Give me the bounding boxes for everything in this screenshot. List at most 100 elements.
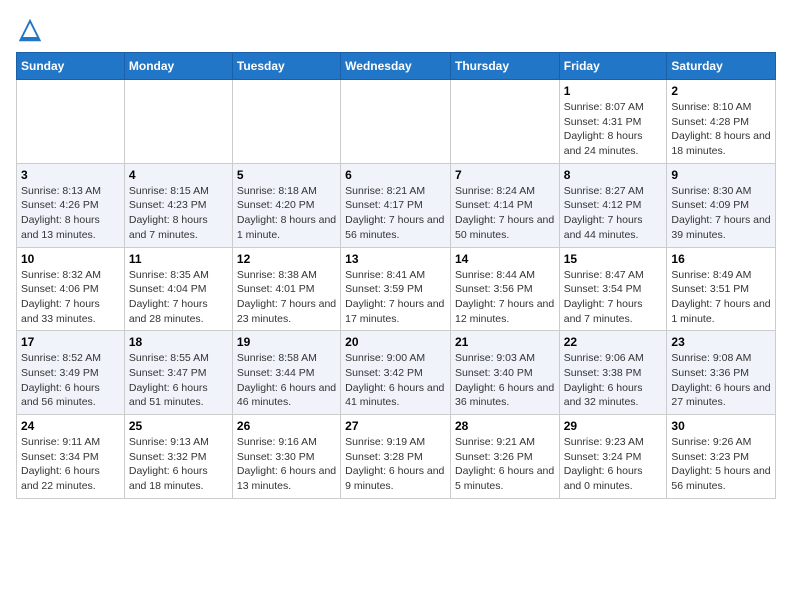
calendar-day-30: 30 Sunrise: 9:26 AM Sunset: 3:23 PM Dayli… bbox=[667, 415, 776, 499]
day-number: 12 bbox=[237, 252, 336, 266]
calendar-day-10: 10 Sunrise: 8:32 AM Sunset: 4:06 PM Dayli… bbox=[17, 247, 125, 331]
day-number: 22 bbox=[564, 335, 663, 349]
day-info: Sunrise: 8:15 AM Sunset: 4:23 PM Dayligh… bbox=[129, 184, 228, 243]
calendar-day-7: 7 Sunrise: 8:24 AM Sunset: 4:14 PM Daylig… bbox=[450, 163, 559, 247]
day-info: Sunrise: 9:26 AM Sunset: 3:23 PM Dayligh… bbox=[671, 435, 771, 494]
day-number: 17 bbox=[21, 335, 120, 349]
day-info: Sunrise: 8:47 AM Sunset: 3:54 PM Dayligh… bbox=[564, 268, 663, 327]
day-info: Sunrise: 9:08 AM Sunset: 3:36 PM Dayligh… bbox=[671, 351, 771, 410]
calendar-day-20: 20 Sunrise: 9:00 AM Sunset: 3:42 PM Dayli… bbox=[341, 331, 451, 415]
empty-day-cell bbox=[450, 80, 559, 164]
weekday-header-saturday: Saturday bbox=[667, 53, 776, 80]
day-number: 15 bbox=[564, 252, 663, 266]
day-number: 1 bbox=[564, 84, 663, 98]
weekday-header-friday: Friday bbox=[559, 53, 667, 80]
calendar-day-17: 17 Sunrise: 8:52 AM Sunset: 3:49 PM Dayli… bbox=[17, 331, 125, 415]
day-info: Sunrise: 8:55 AM Sunset: 3:47 PM Dayligh… bbox=[129, 351, 228, 410]
day-number: 13 bbox=[345, 252, 446, 266]
day-number: 21 bbox=[455, 335, 555, 349]
day-number: 30 bbox=[671, 419, 771, 433]
empty-day-cell bbox=[17, 80, 125, 164]
day-info: Sunrise: 9:19 AM Sunset: 3:28 PM Dayligh… bbox=[345, 435, 446, 494]
calendar-day-3: 3 Sunrise: 8:13 AM Sunset: 4:26 PM Daylig… bbox=[17, 163, 125, 247]
day-info: Sunrise: 8:49 AM Sunset: 3:51 PM Dayligh… bbox=[671, 268, 771, 327]
calendar-day-16: 16 Sunrise: 8:49 AM Sunset: 3:51 PM Dayli… bbox=[667, 247, 776, 331]
calendar-day-21: 21Sunrise: 9:03 AM Sunset: 3:40 PM Dayli… bbox=[450, 331, 559, 415]
day-info: Sunrise: 8:41 AM Sunset: 3:59 PM Dayligh… bbox=[345, 268, 446, 327]
logo bbox=[16, 16, 48, 44]
day-number: 29 bbox=[564, 419, 663, 433]
calendar-day-5: 5Sunrise: 8:18 AM Sunset: 4:20 PM Daylig… bbox=[232, 163, 340, 247]
weekday-header-wednesday: Wednesday bbox=[341, 53, 451, 80]
calendar-day-28: 28Sunrise: 9:21 AM Sunset: 3:26 PM Dayli… bbox=[450, 415, 559, 499]
calendar-day-11: 11 Sunrise: 8:35 AM Sunset: 4:04 PM Dayli… bbox=[124, 247, 232, 331]
page-header bbox=[16, 16, 776, 44]
calendar-day-26: 26 Sunrise: 9:16 AM Sunset: 3:30 PM Dayli… bbox=[232, 415, 340, 499]
day-number: 2 bbox=[671, 84, 771, 98]
day-number: 20 bbox=[345, 335, 446, 349]
day-number: 25 bbox=[129, 419, 228, 433]
weekday-header-tuesday: Tuesday bbox=[232, 53, 340, 80]
day-info: Sunrise: 8:10 AM Sunset: 4:28 PM Dayligh… bbox=[671, 100, 771, 159]
day-info: Sunrise: 8:24 AM Sunset: 4:14 PM Dayligh… bbox=[455, 184, 555, 243]
day-info: Sunrise: 8:13 AM Sunset: 4:26 PM Dayligh… bbox=[21, 184, 120, 243]
empty-day-cell bbox=[232, 80, 340, 164]
day-info: Sunrise: 9:16 AM Sunset: 3:30 PM Dayligh… bbox=[237, 435, 336, 494]
day-info: Sunrise: 9:11 AM Sunset: 3:34 PM Dayligh… bbox=[21, 435, 120, 494]
calendar-day-24: 24 Sunrise: 9:11 AM Sunset: 3:34 PM Dayli… bbox=[17, 415, 125, 499]
day-number: 7 bbox=[455, 168, 555, 182]
day-info: Sunrise: 8:07 AM Sunset: 4:31 PM Dayligh… bbox=[564, 100, 663, 159]
calendar-week-row: 3 Sunrise: 8:13 AM Sunset: 4:26 PM Daylig… bbox=[17, 163, 776, 247]
calendar-day-22: 22 Sunrise: 9:06 AM Sunset: 3:38 PM Dayli… bbox=[559, 331, 667, 415]
logo-icon bbox=[16, 16, 44, 44]
day-info: Sunrise: 8:21 AM Sunset: 4:17 PM Dayligh… bbox=[345, 184, 446, 243]
calendar-day-4: 4Sunrise: 8:15 AM Sunset: 4:23 PM Daylig… bbox=[124, 163, 232, 247]
weekday-header-row: SundayMondayTuesdayWednesdayThursdayFrid… bbox=[17, 53, 776, 80]
calendar-week-row: 10 Sunrise: 8:32 AM Sunset: 4:06 PM Dayli… bbox=[17, 247, 776, 331]
empty-day-cell bbox=[341, 80, 451, 164]
calendar-day-1: 1 Sunrise: 8:07 AM Sunset: 4:31 PM Daylig… bbox=[559, 80, 667, 164]
weekday-header-monday: Monday bbox=[124, 53, 232, 80]
weekday-header-thursday: Thursday bbox=[450, 53, 559, 80]
weekday-header-sunday: Sunday bbox=[17, 53, 125, 80]
calendar-day-19: 19 Sunrise: 8:58 AM Sunset: 3:44 PM Dayli… bbox=[232, 331, 340, 415]
day-number: 3 bbox=[21, 168, 120, 182]
calendar-day-8: 8Sunrise: 8:27 AM Sunset: 4:12 PM Daylig… bbox=[559, 163, 667, 247]
day-number: 9 bbox=[671, 168, 771, 182]
calendar-day-15: 15 Sunrise: 8:47 AM Sunset: 3:54 PM Dayli… bbox=[559, 247, 667, 331]
day-number: 10 bbox=[21, 252, 120, 266]
day-info: Sunrise: 8:35 AM Sunset: 4:04 PM Dayligh… bbox=[129, 268, 228, 327]
calendar-day-23: 23Sunrise: 9:08 AM Sunset: 3:36 PM Dayli… bbox=[667, 331, 776, 415]
calendar-week-row: 17 Sunrise: 8:52 AM Sunset: 3:49 PM Dayli… bbox=[17, 331, 776, 415]
day-info: Sunrise: 8:44 AM Sunset: 3:56 PM Dayligh… bbox=[455, 268, 555, 327]
calendar-day-25: 25 Sunrise: 9:13 AM Sunset: 3:32 PM Dayli… bbox=[124, 415, 232, 499]
empty-day-cell bbox=[124, 80, 232, 164]
day-number: 27 bbox=[345, 419, 446, 433]
calendar-week-row: 24 Sunrise: 9:11 AM Sunset: 3:34 PM Dayli… bbox=[17, 415, 776, 499]
day-info: Sunrise: 8:58 AM Sunset: 3:44 PM Dayligh… bbox=[237, 351, 336, 410]
calendar-day-9: 9 Sunrise: 8:30 AM Sunset: 4:09 PM Daylig… bbox=[667, 163, 776, 247]
calendar-day-29: 29Sunrise: 9:23 AM Sunset: 3:24 PM Dayli… bbox=[559, 415, 667, 499]
calendar-day-6: 6 Sunrise: 8:21 AM Sunset: 4:17 PM Daylig… bbox=[341, 163, 451, 247]
day-info: Sunrise: 9:06 AM Sunset: 3:38 PM Dayligh… bbox=[564, 351, 663, 410]
day-info: Sunrise: 9:00 AM Sunset: 3:42 PM Dayligh… bbox=[345, 351, 446, 410]
calendar-day-14: 14 Sunrise: 8:44 AM Sunset: 3:56 PM Dayli… bbox=[450, 247, 559, 331]
day-info: Sunrise: 9:13 AM Sunset: 3:32 PM Dayligh… bbox=[129, 435, 228, 494]
day-number: 26 bbox=[237, 419, 336, 433]
day-info: Sunrise: 8:30 AM Sunset: 4:09 PM Dayligh… bbox=[671, 184, 771, 243]
day-number: 24 bbox=[21, 419, 120, 433]
day-number: 14 bbox=[455, 252, 555, 266]
day-info: Sunrise: 8:32 AM Sunset: 4:06 PM Dayligh… bbox=[21, 268, 120, 327]
day-number: 5 bbox=[237, 168, 336, 182]
day-number: 11 bbox=[129, 252, 228, 266]
day-number: 19 bbox=[237, 335, 336, 349]
calendar-day-18: 18 Sunrise: 8:55 AM Sunset: 3:47 PM Dayli… bbox=[124, 331, 232, 415]
calendar-table: SundayMondayTuesdayWednesdayThursdayFrid… bbox=[16, 52, 776, 499]
day-number: 6 bbox=[345, 168, 446, 182]
day-number: 18 bbox=[129, 335, 228, 349]
calendar-day-2: 2 Sunrise: 8:10 AM Sunset: 4:28 PM Daylig… bbox=[667, 80, 776, 164]
day-info: Sunrise: 8:52 AM Sunset: 3:49 PM Dayligh… bbox=[21, 351, 120, 410]
day-info: Sunrise: 8:38 AM Sunset: 4:01 PM Dayligh… bbox=[237, 268, 336, 327]
day-info: Sunrise: 8:27 AM Sunset: 4:12 PM Dayligh… bbox=[564, 184, 663, 243]
day-number: 16 bbox=[671, 252, 771, 266]
